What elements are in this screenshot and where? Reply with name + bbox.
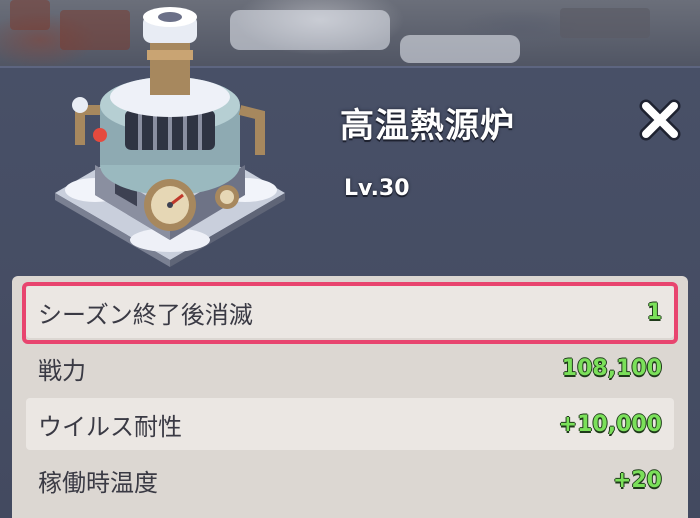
stat-label: 戦力 [38,356,86,385]
stat-row-virus-resistance: ウイルス耐性 +10,000 [26,398,674,450]
stat-value: 108,100 [561,355,662,381]
building-name: 高温熱源炉 [340,106,515,146]
stat-row-operating-temperature: 稼働時温度 +20 [26,454,674,506]
stat-label: シーズン終了後消滅 [38,300,253,329]
stat-value: +10,000 [558,411,662,437]
stat-row-power: 戦力 108,100 [26,342,674,394]
building-level: Lv.30 [344,176,410,201]
stat-label: ウイルス耐性 [38,412,182,441]
stat-value: 1 [646,299,662,325]
stat-row-season-expiry: シーズン終了後消滅 1 [26,286,674,338]
stats-list: シーズン終了後消滅 1 戦力 108,100 ウイルス耐性 +10,000 稼働… [12,276,688,518]
heat-furnace-icon [55,7,285,267]
stat-value: +20 [612,467,662,493]
stat-label: 稼働時温度 [38,468,158,497]
close-icon[interactable] [636,96,684,144]
